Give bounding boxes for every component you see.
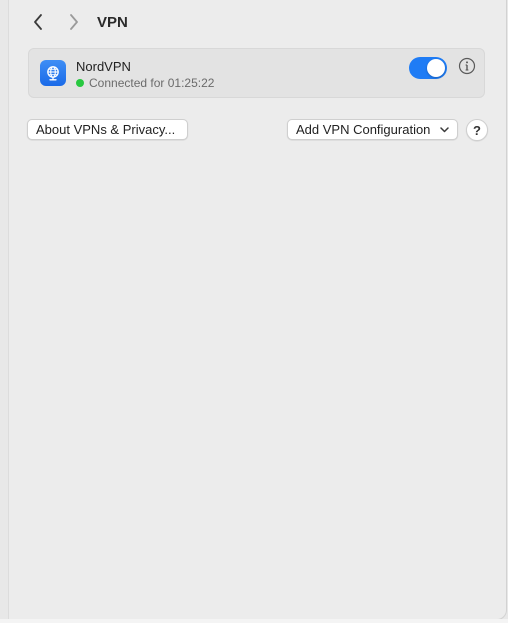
help-button[interactable]: ? (466, 119, 488, 141)
page-title: VPN (97, 13, 128, 31)
navigation-bar: VPN (27, 8, 128, 36)
toggle-knob (427, 59, 445, 77)
nordvpn-app-icon (40, 60, 66, 86)
globe-icon (47, 66, 59, 81)
vpn-connection-status: Connected for 01:25:22 (76, 76, 214, 90)
help-label: ? (473, 122, 481, 138)
back-button[interactable] (27, 8, 49, 36)
chevron-down-icon (440, 126, 449, 133)
vpn-toggle[interactable] (409, 57, 447, 79)
background-strip (0, 619, 508, 623)
vpn-status-text: Connected for 01:25:22 (89, 76, 215, 90)
info-circle-icon (458, 57, 476, 75)
info-button[interactable] (458, 57, 476, 75)
add-vpn-configuration-label: Add VPN Configuration (296, 122, 431, 137)
status-dot-icon (76, 79, 84, 87)
about-vpns-privacy-button[interactable]: About VPNs & Privacy... (27, 119, 188, 140)
chevron-right-icon (70, 14, 78, 30)
vpn-name: NordVPN (76, 59, 131, 74)
chevron-left-icon (34, 14, 42, 30)
vpn-service-row: NordVPN Connected for 01:25:22 (28, 48, 485, 98)
about-vpns-privacy-label: About VPNs & Privacy... (36, 122, 176, 137)
forward-button[interactable] (63, 8, 85, 36)
add-vpn-configuration-button[interactable]: Add VPN Configuration (287, 119, 458, 140)
vpn-settings-pane: VPN NordVPN Connected for 01:25:22 About… (8, 0, 507, 620)
